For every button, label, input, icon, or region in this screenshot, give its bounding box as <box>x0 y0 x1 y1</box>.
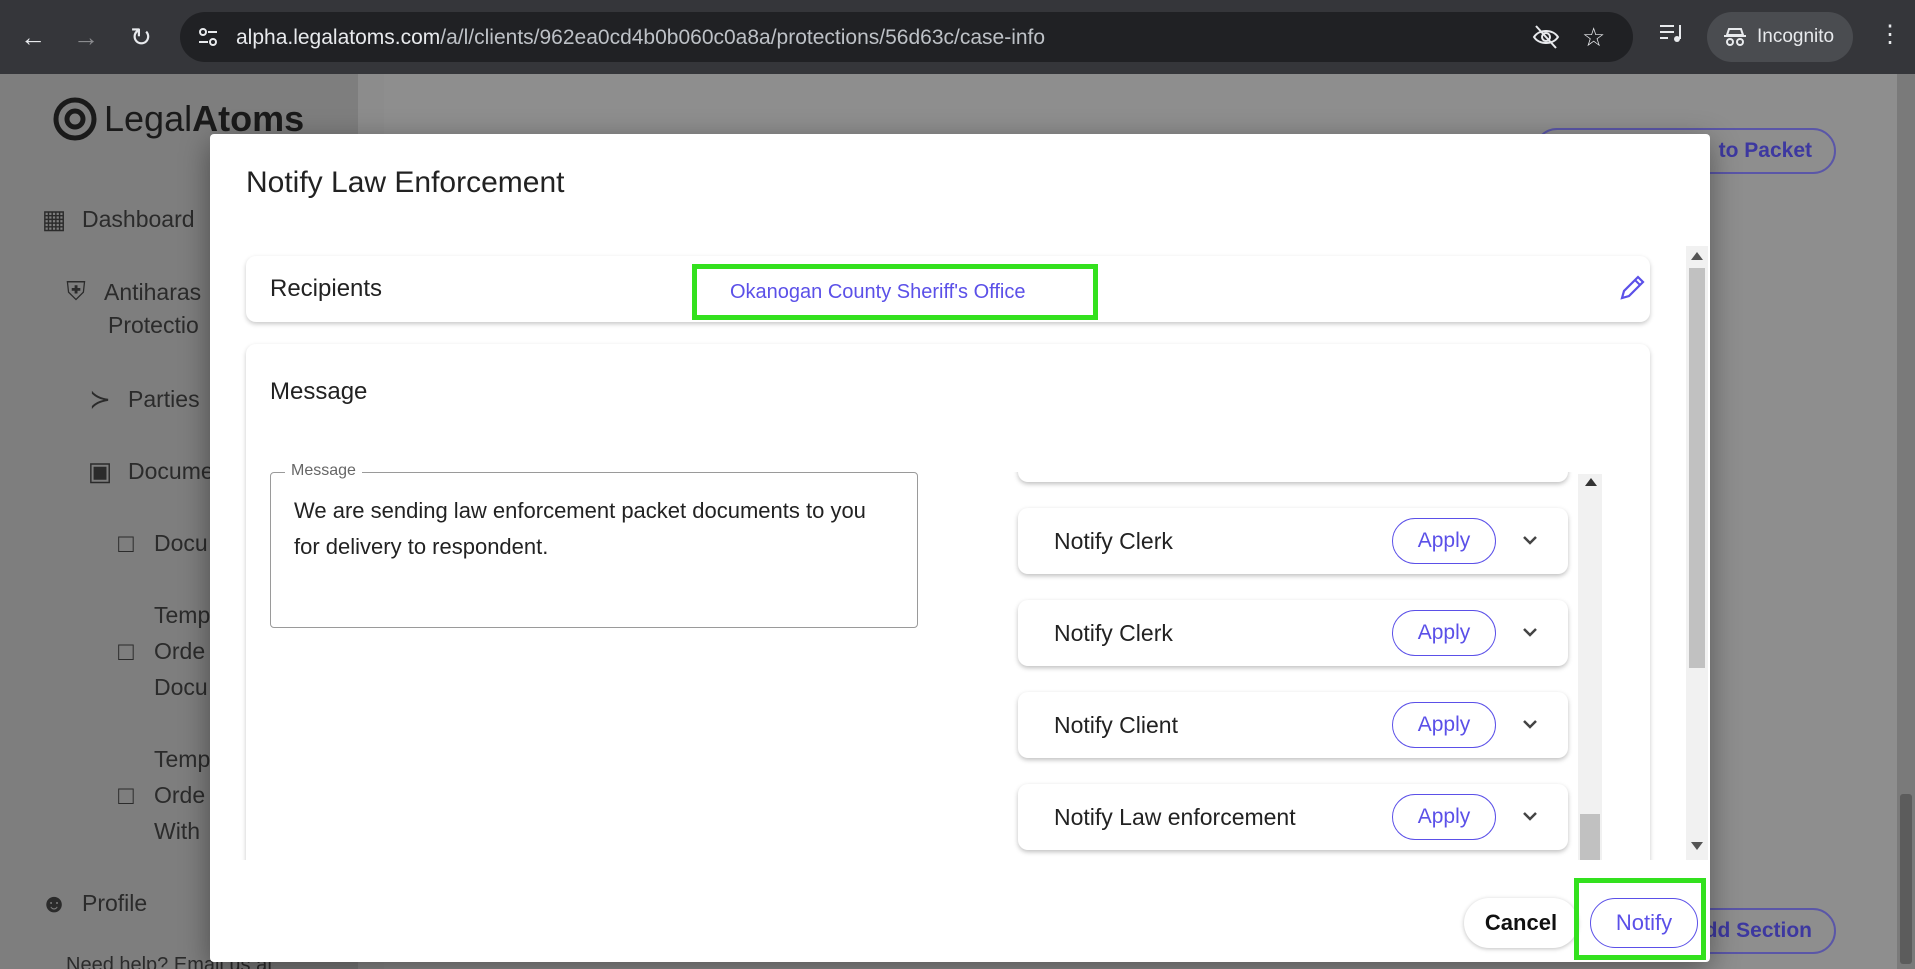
sidebar-item-label: Antiharas <box>104 278 202 305</box>
url-text[interactable]: alpha.legalatoms.com/a/l/clients/962ea0c… <box>236 26 1045 50</box>
sidebar-item-label: Orde <box>154 638 206 664</box>
sidebar-item-label: Docu <box>154 674 208 700</box>
document-icon: □ <box>118 528 134 558</box>
template-item-partial <box>1018 472 1568 482</box>
browser-toolbar: ← → ↻ alpha.legalatoms.com/a/l/clients/9… <box>0 0 1915 74</box>
scroll-up-icon[interactable] <box>1585 478 1597 486</box>
cancel-button[interactable]: Cancel <box>1464 898 1578 948</box>
chevron-down-icon[interactable] <box>1520 714 1540 734</box>
site-settings-icon[interactable] <box>196 25 220 49</box>
pencil-icon[interactable] <box>1616 272 1648 304</box>
message-textarea[interactable]: Message We are sending law enforcement p… <box>270 462 918 628</box>
sidebar-item-label: Docu <box>154 530 208 556</box>
message-field-label: Message <box>285 462 362 480</box>
logo-text-bold: Atoms <box>192 98 305 139</box>
legalatoms-logo-icon <box>53 97 97 141</box>
sidebar-item-doc-2-line3: □ Docu <box>112 672 208 703</box>
sidebar-item-doc-3[interactable]: □ Temp <box>112 744 210 775</box>
apply-button[interactable]: Apply <box>1392 794 1496 840</box>
sidebar-item-case[interactable]: ⛨ Antiharas <box>62 276 201 308</box>
chevron-down-icon[interactable] <box>1520 806 1540 826</box>
grid-icon: ▦ <box>41 204 67 234</box>
apply-button[interactable]: Apply <box>1392 610 1496 656</box>
sidebar-item-label: Temp <box>154 746 211 772</box>
template-name: Notify Client <box>1054 712 1178 738</box>
scroll-up-icon[interactable] <box>1691 252 1703 260</box>
sidebar-item-parties[interactable]: ≻ Parties <box>86 384 200 415</box>
template-item[interactable]: Notify Law enforcement Apply <box>1018 784 1568 850</box>
document-icon: □ <box>118 636 134 666</box>
dialog-scrollbar[interactable] <box>1686 246 1708 860</box>
dialog-body: Recipients Okanogan County Sheriff's Off… <box>210 244 1710 860</box>
sidebar-item-doc-2-line2: □ Orde <box>112 636 205 667</box>
media-control-icon[interactable] <box>1658 22 1684 46</box>
archive-icon: ▣ <box>87 456 113 486</box>
share-icon: ≻ <box>89 384 111 414</box>
template-list: Notify Clerk Apply Notify Clerk Apply No… <box>1012 472 1622 860</box>
sidebar-item-label: With <box>154 818 200 844</box>
apply-button[interactable]: Apply <box>1392 518 1496 564</box>
sidebar-item-doc-1[interactable]: □ Docu <box>112 528 208 559</box>
message-card: Message Message We are sending law enfor… <box>246 344 1650 860</box>
notify-dialog: Notify Law Enforcement Recipients Okanog… <box>210 134 1710 962</box>
sidebar-item-label: Dashboard <box>82 206 195 232</box>
back-icon[interactable]: ← <box>14 18 52 56</box>
dialog-title: Notify Law Enforcement <box>246 166 565 199</box>
url-host: alpha.legalatoms.com <box>236 26 441 49</box>
sidebar-item-label: Protectio <box>108 312 199 338</box>
chevron-down-icon[interactable] <box>1520 622 1540 642</box>
template-name: Notify Clerk <box>1054 620 1173 646</box>
dialog-scrollbar-thumb[interactable] <box>1689 268 1705 668</box>
sidebar-item-label: Temp <box>154 602 211 628</box>
recipient-value[interactable]: Okanogan County Sheriff's Office <box>730 281 1025 304</box>
message-heading: Message <box>270 378 368 405</box>
recipients-label: Recipients <box>270 275 383 302</box>
page-scrollbar-thumb[interactable] <box>1900 794 1912 964</box>
incognito-badge[interactable]: Incognito <box>1707 12 1853 62</box>
address-bar[interactable]: alpha.legalatoms.com/a/l/clients/962ea0c… <box>180 12 1633 62</box>
scroll-down-icon[interactable] <box>1691 842 1703 850</box>
template-item[interactable]: Notify Clerk Apply <box>1018 600 1568 666</box>
template-scrollbar-thumb[interactable] <box>1580 814 1600 860</box>
template-item[interactable]: Notify Client Apply <box>1018 692 1568 758</box>
sidebar-item-label: Docume <box>128 458 214 484</box>
template-item[interactable]: Notify Clerk Apply <box>1018 508 1568 574</box>
sidebar-item-doc-2[interactable]: □ Temp <box>112 600 210 631</box>
logo-text-light: Legal <box>104 98 193 139</box>
incognito-label: Incognito <box>1757 26 1835 47</box>
template-name: Notify Law enforcement <box>1054 804 1296 830</box>
shield-icon: ⛨ <box>66 276 86 306</box>
button-label: to Packet <box>1718 139 1812 162</box>
incognito-icon <box>1724 28 1746 46</box>
sidebar-item-label: Orde <box>154 782 206 808</box>
sidebar-item-doc-3-line3: □ With <box>112 816 200 847</box>
message-text[interactable]: We are sending law enforcement packet do… <box>294 493 894 565</box>
sidebar-item-case-line2: Protectio <box>108 312 199 339</box>
recipient-highlight[interactable]: Okanogan County Sheriff's Office <box>692 264 1098 320</box>
bookmark-star-icon[interactable]: ☆ <box>1582 22 1605 53</box>
eye-off-icon[interactable] <box>1532 24 1560 50</box>
forward-icon[interactable]: → <box>67 18 105 56</box>
document-icon: □ <box>118 780 134 810</box>
recipients-card: Recipients Okanogan County Sheriff's Off… <box>246 256 1650 322</box>
person-icon: ☻ <box>40 888 68 918</box>
sidebar-item-label: Profile <box>82 890 148 916</box>
url-path: /a/l/clients/962ea0cd4b0b060c0a8a/protec… <box>440 26 1046 49</box>
reload-icon[interactable]: ↻ <box>122 18 160 56</box>
notify-button[interactable]: Notify <box>1590 898 1698 948</box>
template-scrollbar[interactable] <box>1578 474 1602 860</box>
sidebar-item-dashboard[interactable]: ▦ Dashboard <box>40 204 195 235</box>
sidebar-item-profile[interactable]: ☻ Profile <box>40 888 147 919</box>
button-label: dd Section <box>1704 919 1812 942</box>
chevron-down-icon[interactable] <box>1520 530 1540 550</box>
sidebar-item-label: Parties <box>128 386 200 412</box>
sidebar-item-documents[interactable]: ▣ Docume <box>86 456 214 487</box>
browser-menu-icon[interactable]: ⋮ <box>1878 20 1902 49</box>
apply-button[interactable]: Apply <box>1392 702 1496 748</box>
template-name: Notify Clerk <box>1054 528 1173 554</box>
page-scrollbar[interactable] <box>1897 74 1915 969</box>
sidebar-item-doc-3-line2: □ Orde <box>112 780 205 811</box>
